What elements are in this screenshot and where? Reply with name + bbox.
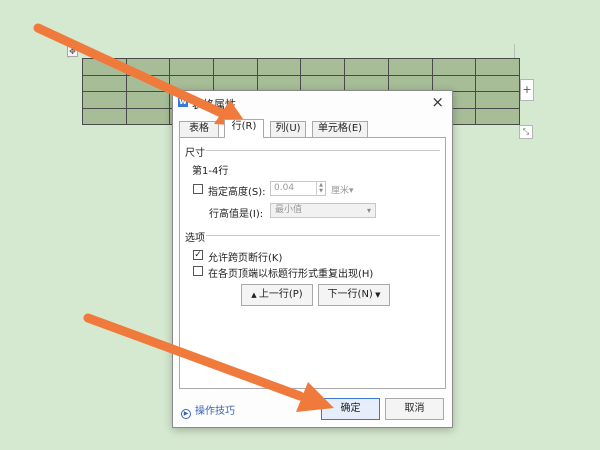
- dialog-titlebar: W 表格属性 ×: [173, 91, 452, 115]
- tips-label: 操作技巧: [195, 406, 235, 417]
- play-icon: ▶: [181, 409, 191, 419]
- allow-break-checkbox[interactable]: ✓: [193, 250, 203, 260]
- add-column-button[interactable]: +: [520, 79, 534, 101]
- row-height-rule-select[interactable]: 最小值 ▾: [270, 203, 376, 218]
- next-row-label: 下一行(N): [327, 289, 373, 300]
- specify-height-checkbox[interactable]: [193, 184, 203, 194]
- cancel-button[interactable]: 取消: [385, 398, 444, 420]
- size-section-divider: [206, 150, 440, 151]
- ok-button[interactable]: 确定: [321, 398, 380, 420]
- arrow-down-icon: ▼: [372, 291, 381, 299]
- arrow-up-icon: ▲: [251, 291, 259, 299]
- row-height-input[interactable]: 0.04 ▲ ▼: [270, 181, 326, 196]
- table-move-handle-icon[interactable]: ✥: [67, 46, 78, 57]
- tab-column[interactable]: 列(U): [270, 121, 306, 137]
- row-height-value: 0.04: [274, 183, 295, 193]
- height-unit-value: 厘米: [331, 186, 350, 196]
- options-section-divider: [206, 235, 440, 236]
- allow-break-label: 允许跨页断行(K): [208, 253, 283, 264]
- table-properties-dialog: W 表格属性 × 表格(T) 行(R) 列(U) 单元格(E) 尺寸 第1-4行…: [172, 90, 453, 428]
- tips-link[interactable]: ▶ 操作技巧: [181, 402, 235, 419]
- next-row-button[interactable]: 下一行(N) ▼: [318, 284, 390, 306]
- tab-cell[interactable]: 单元格(E): [312, 121, 368, 137]
- table-resize-icon[interactable]: ⤡: [519, 125, 533, 139]
- wps-app-icon: W: [178, 97, 188, 107]
- table-row: [82, 58, 520, 76]
- tab-row[interactable]: 行(R): [224, 119, 264, 138]
- repeat-header-checkbox[interactable]: [193, 266, 203, 276]
- options-section-title: 选项: [185, 233, 205, 244]
- dialog-title: 表格属性: [192, 98, 236, 111]
- close-button[interactable]: ×: [431, 93, 444, 111]
- height-unit-select[interactable]: 厘米▾: [331, 183, 354, 196]
- row-height-rule-value: 最小值: [275, 205, 303, 215]
- repeat-header-label: 在各页顶端以标题行形式重复出现(H): [208, 269, 374, 280]
- height-spinner-icon[interactable]: ▲ ▼: [316, 182, 325, 195]
- specify-height-label: 指定高度(S):: [208, 187, 266, 198]
- size-section-title: 尺寸: [185, 148, 205, 159]
- row-tab-panel: 尺寸 第1-4行 指定高度(S): 0.04 ▲ ▼ 厘米▾ 行高值是(I): 最…: [179, 137, 446, 389]
- row-height-is-label: 行高值是(I):: [209, 209, 264, 220]
- chevron-down-icon: ▾: [366, 206, 371, 215]
- document-margin-marker-right: [514, 44, 515, 58]
- previous-row-button[interactable]: ▲ 上一行(P): [241, 284, 313, 306]
- previous-row-label: 上一行(P): [258, 289, 303, 300]
- rows-range-label: 第1-4行: [192, 166, 229, 177]
- tab-table[interactable]: 表格(T): [179, 121, 219, 148]
